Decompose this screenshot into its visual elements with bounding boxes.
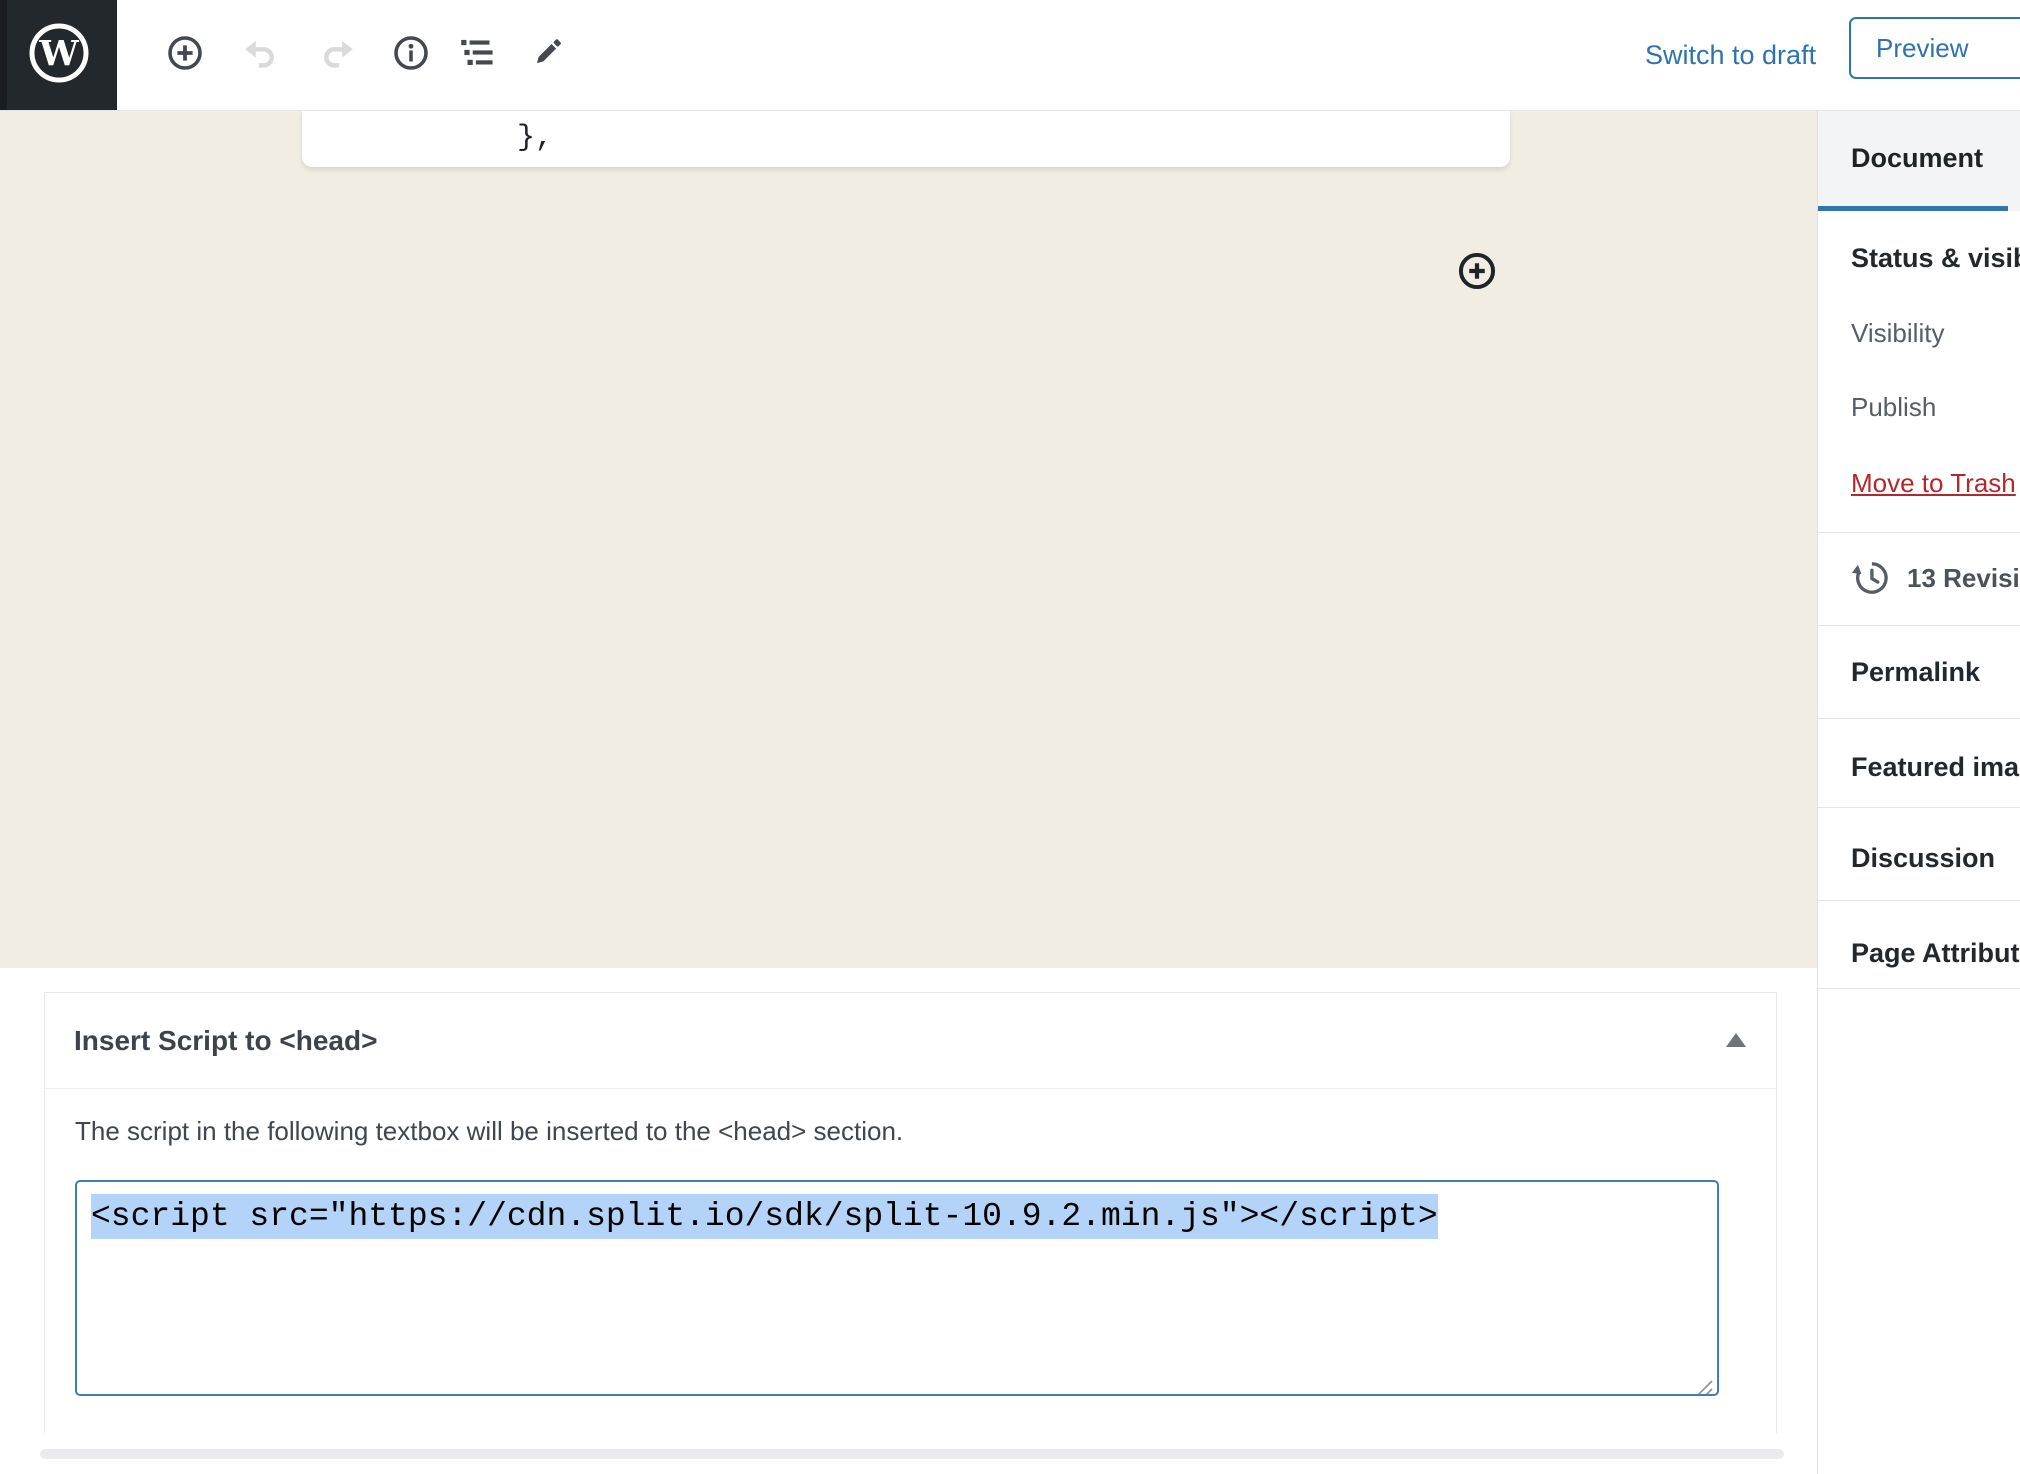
- content-structure-button[interactable]: [385, 28, 437, 80]
- panel-page-attributes[interactable]: Page Attributes: [1851, 931, 2020, 975]
- inline-add-block-button[interactable]: [1453, 248, 1501, 296]
- redo-button[interactable]: [312, 28, 364, 80]
- panel-status-visibility[interactable]: Status & visibility: [1851, 236, 2020, 280]
- metabox-title: Insert Script to <head>: [74, 993, 377, 1088]
- sidebar-divider: [1818, 988, 2020, 989]
- svg-text:W: W: [38, 33, 79, 74]
- settings-sidebar: Document Status & visibility Visibility …: [1817, 110, 2020, 1474]
- head-script-textarea[interactable]: <script src="https://cdn.split.io/sdk/sp…: [75, 1180, 1719, 1396]
- sidebar-divider: [1818, 718, 2020, 719]
- metabox-header[interactable]: Insert Script to <head>: [45, 993, 1776, 1089]
- editor-top-bar: W: [0, 0, 2020, 111]
- visibility-label: Visibility: [1851, 311, 1944, 355]
- code-line: },: [302, 110, 1510, 161]
- code-editor-block[interactable]: }, });: [302, 110, 1510, 167]
- list-view-icon: [456, 34, 502, 75]
- pencil-icon: [527, 33, 567, 76]
- panel-permalink[interactable]: Permalink: [1851, 650, 1980, 694]
- panel-featured-image[interactable]: Featured image: [1851, 745, 2020, 789]
- history-clock-icon: [1849, 556, 1893, 600]
- info-circle-icon: [392, 34, 430, 75]
- panel-discussion[interactable]: Discussion: [1851, 836, 1995, 880]
- undo-arrow-icon: [240, 34, 280, 75]
- edit-mode-button[interactable]: [521, 28, 573, 80]
- sidebar-divider: [1818, 532, 2020, 533]
- selected-script-text: <script src="https://cdn.split.io/sdk/sp…: [91, 1194, 1438, 1239]
- active-tab-underline: [1818, 206, 2008, 211]
- switch-to-draft-link[interactable]: Switch to draft: [1645, 0, 1816, 110]
- publish-label: Publish: [1851, 385, 1936, 429]
- block-navigation-button[interactable]: [453, 28, 505, 80]
- plus-circle-icon: [166, 34, 204, 75]
- collapse-triangle-icon[interactable]: [1726, 1033, 1746, 1047]
- sidebar-divider: [1818, 807, 2020, 808]
- wordpress-menu-button[interactable]: W: [0, 0, 117, 110]
- metabox-body: The script in the following textbox will…: [45, 1116, 1776, 1396]
- preview-button[interactable]: Preview: [1849, 17, 2020, 79]
- sidebar-divider: [1818, 900, 2020, 901]
- add-block-button[interactable]: [159, 28, 211, 80]
- metabox-area: Insert Script to <head> The script in th…: [0, 968, 1817, 1474]
- undo-button[interactable]: [234, 28, 286, 80]
- next-metabox-edge: [40, 1449, 1784, 1459]
- sidebar-tab-bar: Document: [1818, 110, 2020, 211]
- insert-script-head-metabox: Insert Script to <head> The script in th…: [44, 992, 1777, 1433]
- editor-canvas: }, });: [0, 110, 1817, 968]
- sidebar-divider: [1818, 625, 2020, 626]
- code-line: });: [302, 161, 1510, 167]
- revisions-button[interactable]: 13 Revisions: [1818, 556, 2020, 600]
- metabox-description: The script in the following textbox will…: [75, 1116, 1746, 1147]
- revisions-count-label: 13 Revisions: [1907, 556, 2020, 600]
- wordpress-logo-icon: W: [27, 21, 91, 90]
- plus-circle-icon: [1456, 250, 1498, 295]
- tab-document[interactable]: Document: [1851, 110, 1983, 206]
- wordpress-editor-page: W: [0, 0, 2020, 1474]
- redo-arrow-icon: [318, 34, 358, 75]
- textarea-resize-handle[interactable]: [1691, 1368, 1715, 1392]
- move-to-trash-button[interactable]: Move to Trash: [1851, 461, 2016, 505]
